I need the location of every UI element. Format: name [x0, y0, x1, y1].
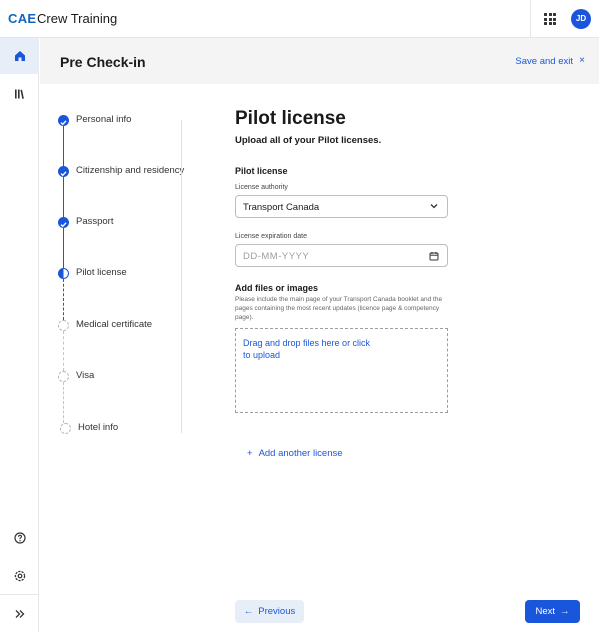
topbar-divider [530, 0, 531, 38]
upload-description: Please include the main page of your Tra… [235, 296, 443, 321]
step-label: Pilot license [76, 267, 127, 278]
close-icon[interactable]: × [579, 55, 585, 66]
help-icon [13, 532, 26, 544]
file-dropzone[interactable]: Drag and drop files here or click to upl… [235, 328, 448, 413]
step-connector [63, 279, 64, 320]
dropzone-text: Drag and drop files here or click to upl… [243, 338, 371, 360]
library-icon [14, 89, 24, 99]
step-label: Visa [76, 370, 95, 381]
arrow-left-icon: ← [243, 606, 254, 617]
rail-divider [0, 594, 39, 595]
left-rail [0, 38, 39, 632]
user-avatar[interactable]: JD [571, 9, 591, 29]
app-title: Crew Training [37, 11, 118, 26]
brand-logo[interactable]: CAE [8, 11, 36, 26]
rail-help-button[interactable] [0, 520, 39, 556]
half-circle-icon [58, 268, 69, 279]
expiration-label: License expiration date [235, 233, 307, 240]
checkmark-icon [58, 217, 69, 228]
chevron-down-icon [430, 204, 438, 209]
save-and-exit-link[interactable]: Save and exit [515, 56, 573, 67]
form-subtitle: Upload all of your Pilot licenses. [235, 135, 382, 146]
rail-settings-button[interactable] [0, 558, 39, 594]
stepper-divider [181, 120, 182, 433]
page-header: Pre Check-in Save and exit × [40, 38, 599, 84]
step-label: Passport [76, 216, 114, 227]
rail-expand-button[interactable] [0, 596, 39, 632]
step-connector [63, 228, 64, 268]
add-another-license-button[interactable]: + Add another license [247, 448, 343, 459]
select-value: Transport Canada [243, 202, 320, 213]
empty-circle-icon [60, 423, 71, 434]
rail-home-button[interactable] [0, 38, 39, 74]
step-connector [63, 177, 64, 217]
top-bar: CAE Crew Training JD [0, 0, 599, 38]
rail-library-button[interactable] [0, 76, 39, 112]
step-label: Medical certificate [76, 319, 153, 330]
next-label: Next [535, 606, 556, 617]
section-label: Pilot license [235, 166, 288, 176]
empty-circle-icon [58, 320, 69, 331]
authority-label: License authority [235, 184, 288, 191]
form-title: Pilot license [235, 108, 346, 129]
step-label: Personal info [76, 114, 132, 125]
expiration-date-field[interactable]: DD-MM-YYYY [235, 244, 448, 267]
license-authority-select[interactable]: Transport Canada [235, 195, 448, 218]
home-icon [14, 51, 25, 61]
step-connector [63, 331, 64, 371]
plus-icon: + [247, 448, 253, 459]
step-label: Hotel info [78, 422, 119, 433]
step-label: Citizenship and residency [76, 165, 185, 176]
next-button[interactable]: Next → [525, 600, 580, 623]
previous-label: Previous [258, 606, 296, 617]
step-connector [63, 382, 64, 423]
upload-title: Add files or images [235, 283, 319, 293]
step-connector [63, 126, 64, 166]
expand-icon [15, 610, 24, 618]
page-title: Pre Check-in [60, 54, 146, 70]
calendar-icon[interactable] [429, 251, 439, 261]
arrow-right-icon: → [560, 606, 570, 617]
checkmark-icon [58, 166, 69, 177]
add-license-label: Add another license [258, 448, 343, 459]
checkmark-icon [58, 115, 69, 126]
apps-grid-icon[interactable] [544, 13, 556, 25]
settings-icon [14, 570, 25, 582]
previous-button[interactable]: ← Previous [235, 600, 304, 623]
empty-circle-icon [58, 371, 69, 382]
date-placeholder: DD-MM-YYYY [243, 251, 310, 262]
